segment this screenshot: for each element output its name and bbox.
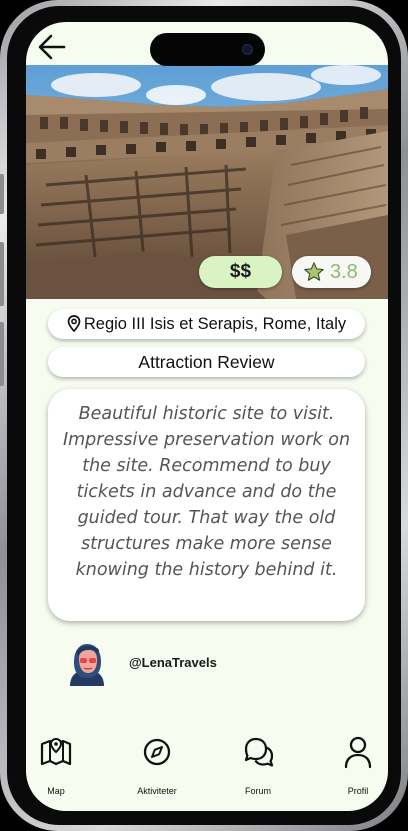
tab-map[interactable]: Map (26, 735, 91, 799)
front-camera (242, 44, 253, 55)
person-icon (344, 736, 372, 769)
tab-aktiviteter-label: Aktiviteter (137, 786, 177, 796)
star-icon (304, 262, 324, 281)
tab-profil-label: Profil (347, 786, 369, 796)
rating-value: 3.8 (330, 261, 358, 283)
tab-profil[interactable]: Profil (323, 735, 388, 799)
review-text: Beautiful historic site to visit. Impres… (62, 404, 351, 580)
folded-map-icon (40, 737, 72, 766)
phone-frame: $$ 3.8 Regio III Isis et Serapis, Rome, … (0, 0, 408, 831)
compass-icon (143, 738, 171, 766)
section-title-text: Attraction Review (138, 352, 275, 372)
section-title: Attraction Review (48, 347, 365, 377)
volume-up-button (0, 242, 4, 306)
app-screen: $$ 3.8 Regio III Isis et Serapis, Rome, … (26, 22, 388, 811)
tab-forum[interactable]: Forum (223, 735, 293, 799)
price-level-text: $$ (229, 261, 252, 282)
location-chip[interactable]: Regio III Isis et Serapis, Rome, Italy (48, 309, 365, 339)
tab-map-label: Map (47, 786, 65, 796)
rating-badge: 3.8 (292, 256, 371, 288)
arrow-left-icon (38, 34, 66, 60)
location-pin-icon (67, 315, 81, 332)
location-text: Regio III Isis et Serapis, Rome, Italy (83, 315, 347, 333)
dynamic-island (150, 33, 265, 66)
volume-down-button (0, 322, 4, 386)
tab-forum-label: Forum (244, 786, 271, 796)
author-handle: @LenaTravels (129, 655, 217, 670)
tab-aktiviteter[interactable]: Aktiviteter (122, 735, 192, 799)
back-button[interactable] (36, 32, 68, 62)
chat-bubbles-icon (244, 737, 274, 767)
bottom-tab-bar: Map Aktiviteter Forum Profil (26, 727, 388, 811)
action-button (0, 174, 4, 214)
avatar (70, 644, 104, 686)
review-card: Beautiful historic site to visit. Impres… (48, 389, 365, 621)
price-level-badge: $$ (199, 256, 282, 288)
review-author[interactable]: @LenaTravels (66, 642, 326, 686)
